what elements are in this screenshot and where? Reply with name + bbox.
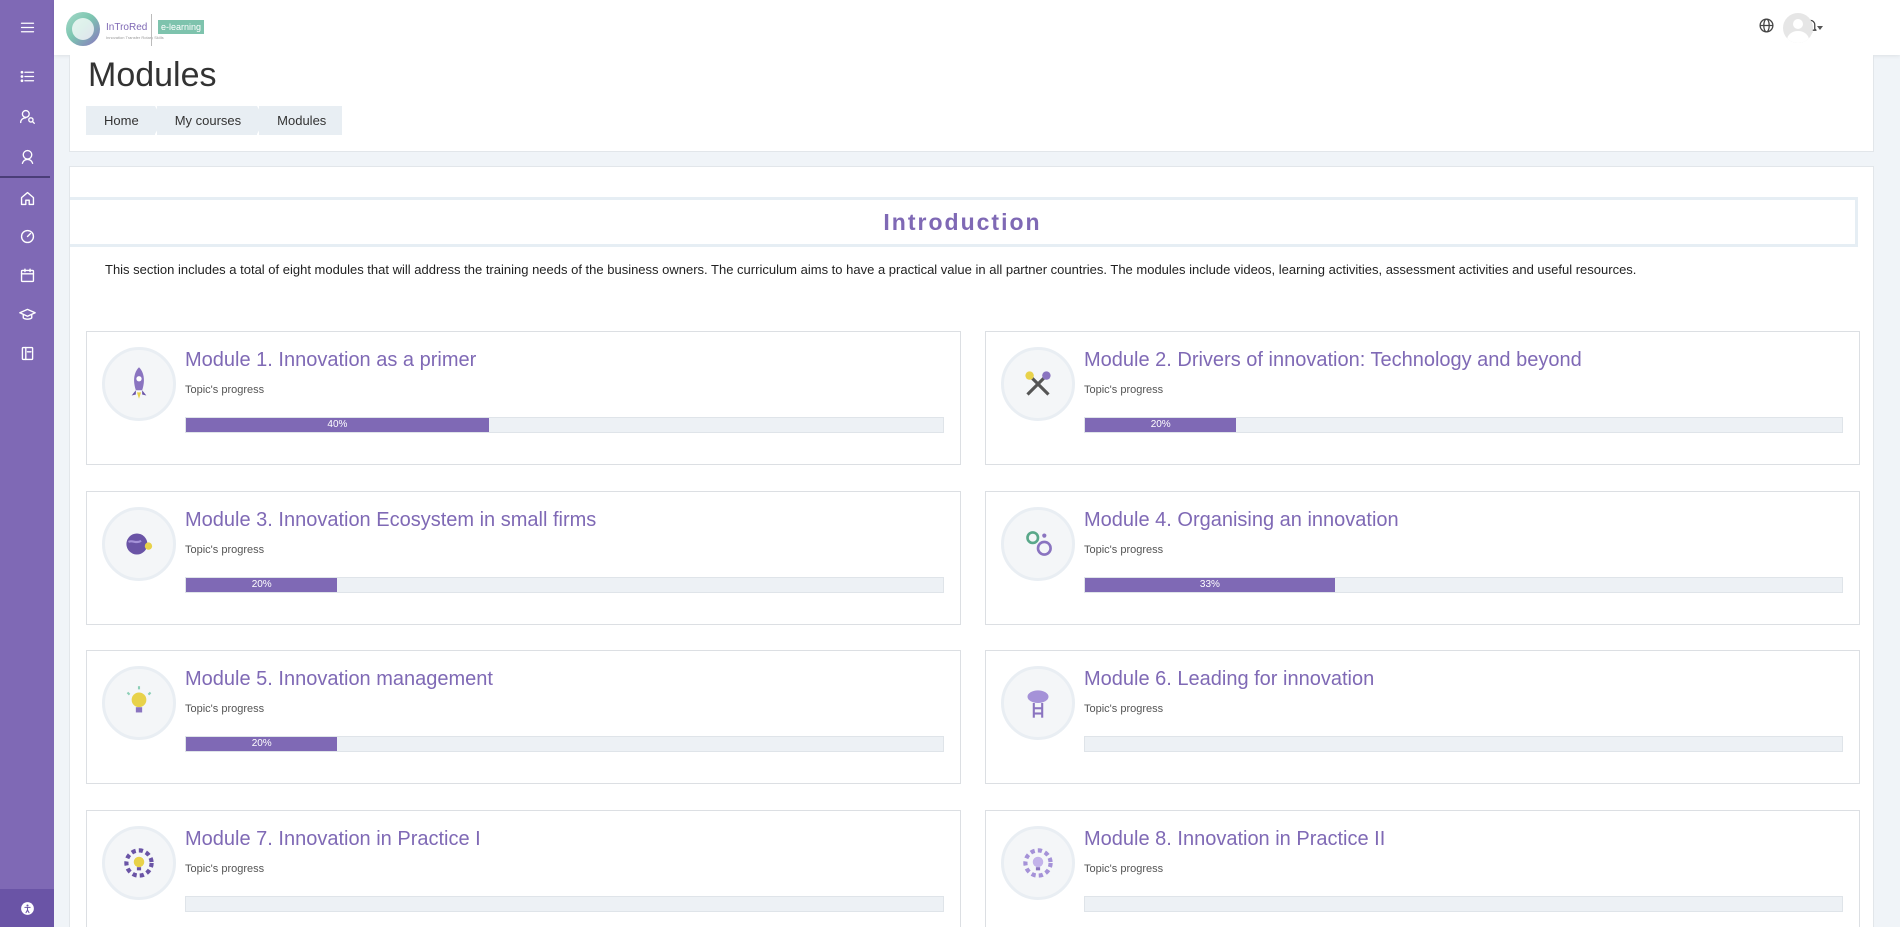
globe-leaf-icon bbox=[126, 533, 153, 555]
module-title[interactable]: Module 8. Innovation in Practice II bbox=[1084, 828, 1385, 851]
module-progress-label: Topic's progress bbox=[1084, 544, 1164, 556]
module-progress-label: Topic's progress bbox=[185, 863, 265, 875]
page-header: Modules Home My courses Modules bbox=[69, 55, 1874, 152]
module-progress-label: Topic's progress bbox=[1084, 863, 1164, 875]
globe-icon bbox=[1759, 18, 1774, 33]
module-title[interactable]: Module 7. Innovation in Practice I bbox=[185, 828, 481, 851]
list-icon bbox=[20, 70, 34, 82]
breadcrumb-modules[interactable]: Modules bbox=[259, 106, 343, 135]
gear-bulb-icon bbox=[124, 848, 154, 878]
sidebar-item-calendar[interactable] bbox=[0, 257, 54, 293]
graduation-cap-icon bbox=[18, 308, 36, 320]
progress-bar: 40% bbox=[185, 417, 944, 433]
module-progress-label: Topic's progress bbox=[1084, 703, 1164, 715]
module-title[interactable]: Module 3. Innovation Ecosystem in small … bbox=[185, 509, 596, 532]
section-header: Introduction bbox=[70, 197, 1858, 247]
module-icon bbox=[102, 826, 176, 900]
menu-toggle-button[interactable] bbox=[0, 9, 54, 45]
home-icon bbox=[20, 191, 34, 205]
module-progress-label: Topic's progress bbox=[185, 544, 265, 556]
module-card[interactable]: Module 1. Innovation as a primer Topic's… bbox=[86, 331, 961, 465]
gear-bulb-purple-icon bbox=[1023, 848, 1053, 878]
logo-divider bbox=[151, 14, 152, 46]
sidebar-item-content-bank[interactable] bbox=[0, 335, 54, 371]
module-progress-label: Topic's progress bbox=[185, 384, 265, 396]
module-card[interactable]: Module 8. Innovation in Practice II Topi… bbox=[985, 810, 1860, 927]
calendar-icon bbox=[20, 267, 34, 282]
cloud-ladder-icon bbox=[1027, 690, 1049, 718]
module-card[interactable]: Module 6. Leading for innovation Topic's… bbox=[985, 650, 1860, 784]
dashboard-icon bbox=[20, 229, 34, 243]
top-navbar: InTroRed Innovation Transfer Rotary Skil… bbox=[54, 0, 1900, 55]
accessibility-button[interactable] bbox=[0, 889, 54, 927]
progress-fill: 20% bbox=[186, 737, 338, 751]
sidebar-item-badges[interactable] bbox=[0, 138, 54, 174]
breadcrumb: Home My courses Modules bbox=[86, 106, 344, 135]
sidebar-divider bbox=[0, 176, 50, 178]
module-title[interactable]: Module 6. Leading for innovation bbox=[1084, 668, 1374, 691]
book-icon bbox=[21, 346, 33, 360]
tools-icon bbox=[1025, 371, 1051, 396]
module-title[interactable]: Module 2. Drivers of innovation: Technol… bbox=[1084, 349, 1582, 372]
module-card[interactable]: Module 4. Organising an innovation Topic… bbox=[985, 491, 1860, 625]
progress-bar bbox=[1084, 736, 1843, 752]
rocket-icon bbox=[131, 367, 147, 399]
sidebar-item-dashboard[interactable] bbox=[0, 218, 54, 254]
language-button[interactable] bbox=[1758, 17, 1778, 37]
user-badge-icon bbox=[21, 149, 33, 164]
sidebar-item-home[interactable] bbox=[0, 180, 54, 216]
module-icon bbox=[1001, 347, 1075, 421]
module-card[interactable]: Module 7. Innovation in Practice I Topic… bbox=[86, 810, 961, 927]
progress-fill: 20% bbox=[1085, 418, 1237, 432]
progress-bar: 20% bbox=[185, 577, 944, 593]
sidebar-item-participants[interactable] bbox=[0, 58, 54, 94]
sidebar-item-profile[interactable] bbox=[0, 98, 54, 134]
progress-fill: 20% bbox=[186, 578, 338, 592]
module-title[interactable]: Module 4. Organising an innovation bbox=[1084, 509, 1399, 532]
progress-bar: 20% bbox=[1084, 417, 1843, 433]
progress-bar bbox=[185, 896, 944, 912]
module-title[interactable]: Module 1. Innovation as a primer bbox=[185, 349, 476, 372]
progress-bar: 33% bbox=[1084, 577, 1843, 593]
user-search-icon bbox=[19, 109, 35, 124]
module-icon bbox=[102, 347, 176, 421]
module-progress-label: Topic's progress bbox=[1084, 384, 1164, 396]
module-progress-label: Topic's progress bbox=[185, 703, 265, 715]
section-title: Introduction bbox=[883, 208, 1042, 235]
accessibility-icon bbox=[20, 901, 34, 915]
breadcrumb-my-courses[interactable]: My courses bbox=[156, 106, 266, 135]
module-card[interactable]: Module 2. Drivers of innovation: Technol… bbox=[985, 331, 1860, 465]
gears-icon bbox=[1026, 531, 1052, 556]
logo-badge: e-learning bbox=[158, 20, 205, 34]
progress-fill: 40% bbox=[186, 418, 489, 432]
module-card[interactable]: Module 3. Innovation Ecosystem in small … bbox=[86, 491, 961, 625]
module-card[interactable]: Module 5. Innovation management Topic's … bbox=[86, 650, 961, 784]
page-title: Modules bbox=[88, 56, 217, 94]
module-icon bbox=[1001, 507, 1075, 581]
menu-icon bbox=[20, 22, 34, 32]
chevron-down-icon[interactable] bbox=[1817, 26, 1823, 30]
module-icon bbox=[1001, 826, 1075, 900]
progress-bar bbox=[1084, 896, 1843, 912]
course-content: Introduction This section includes a tot… bbox=[69, 166, 1874, 927]
module-icon bbox=[102, 507, 176, 581]
user-avatar[interactable] bbox=[1783, 13, 1813, 43]
section-summary: This section includes a total of eight m… bbox=[105, 262, 1637, 277]
progress-fill: 33% bbox=[1085, 578, 1335, 592]
breadcrumb-home[interactable]: Home bbox=[86, 106, 163, 135]
module-icon bbox=[102, 666, 176, 740]
site-logo[interactable]: InTroRed Innovation Transfer Rotary Skil… bbox=[66, 2, 216, 52]
module-icon bbox=[1001, 666, 1075, 740]
module-title[interactable]: Module 5. Innovation management bbox=[185, 668, 493, 691]
sidebar-item-courses[interactable] bbox=[0, 296, 54, 332]
logo-text: InTroRed bbox=[106, 22, 148, 33]
lightbulb-icon bbox=[126, 686, 152, 713]
progress-bar: 20% bbox=[185, 736, 944, 752]
sidebar bbox=[0, 0, 54, 927]
logo-subtext: Innovation Transfer Rotary Skills bbox=[106, 35, 164, 40]
